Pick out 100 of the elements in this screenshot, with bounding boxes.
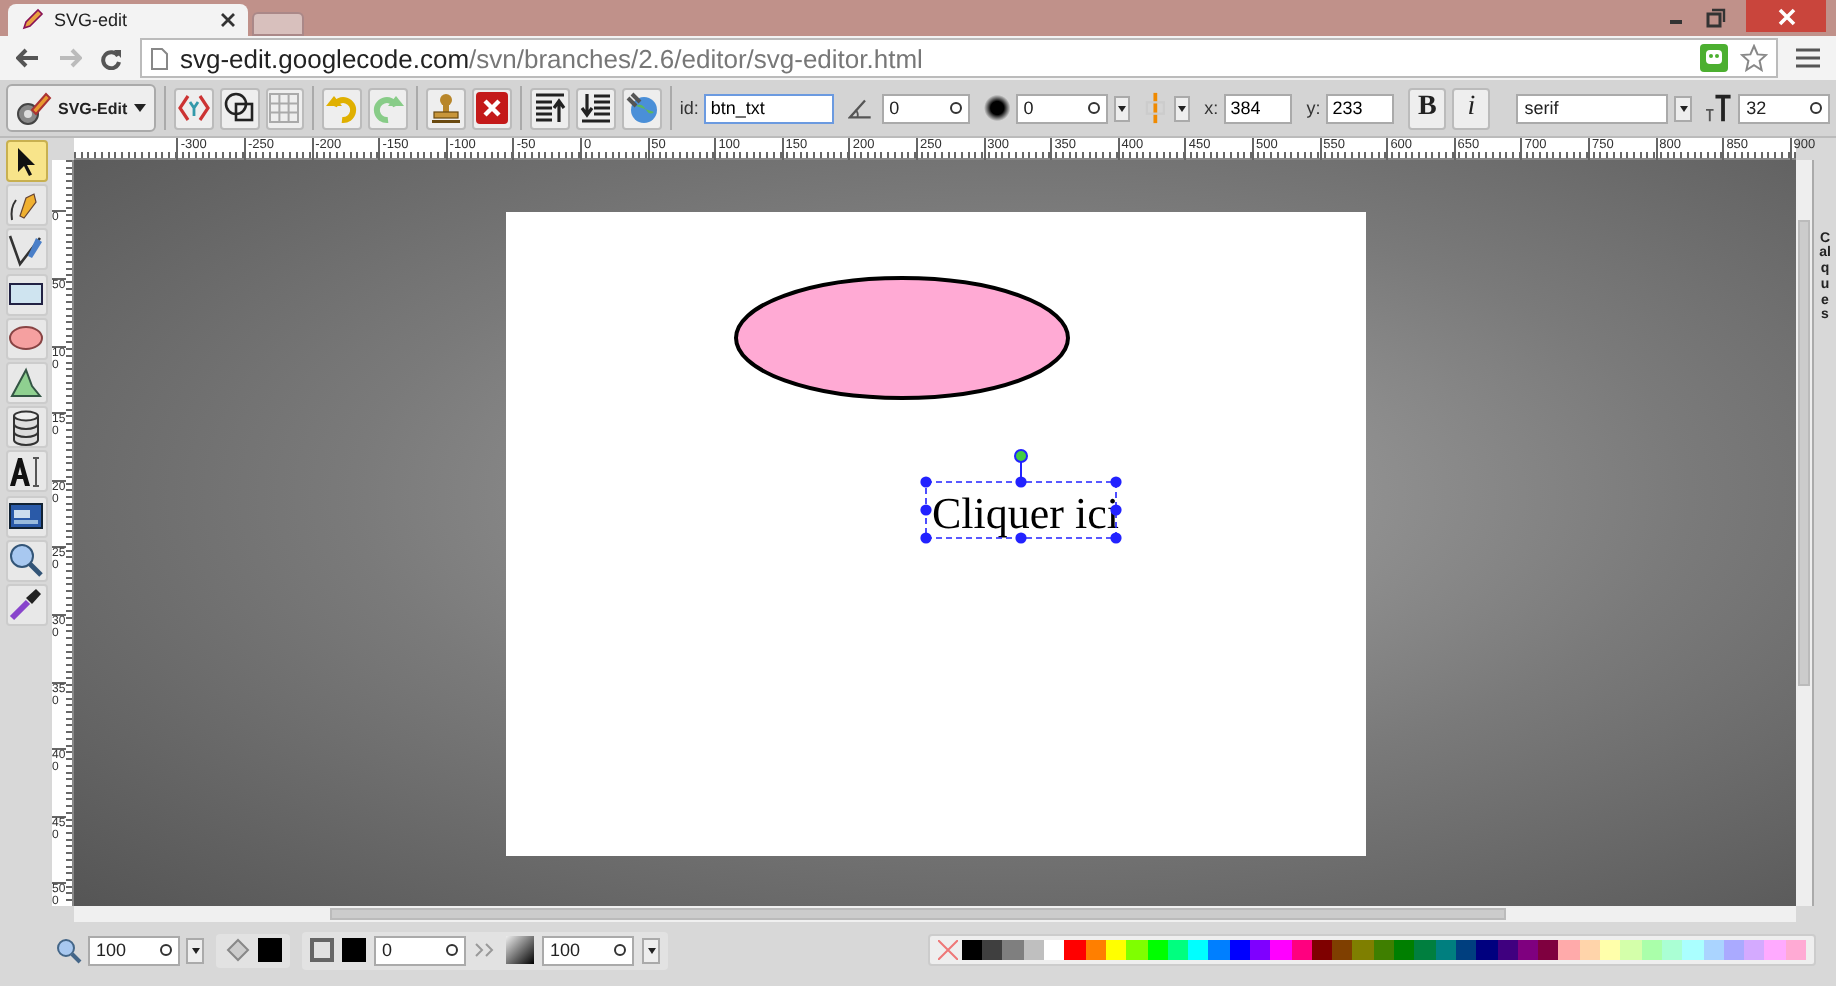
palette-swatch[interactable]	[1517, 940, 1539, 960]
extension-icon[interactable]	[1700, 44, 1728, 72]
tool-button[interactable]	[5, 406, 47, 449]
app-menu-button[interactable]: SVG-Edit	[6, 84, 156, 132]
tool-button[interactable]	[5, 361, 47, 404]
palette-swatch[interactable]	[961, 940, 983, 960]
font-family-dropdown[interactable]	[1674, 95, 1692, 121]
palette-swatch[interactable]	[1311, 940, 1333, 960]
palette-swatch[interactable]	[1188, 940, 1209, 960]
tool-button[interactable]	[5, 273, 47, 316]
opacity-field[interactable]: 100	[542, 935, 634, 965]
palette-swatch[interactable]	[1476, 940, 1498, 960]
palette-swatch[interactable]	[1002, 940, 1024, 960]
x-field[interactable]: 384	[1224, 93, 1293, 123]
close-icon[interactable]	[220, 12, 236, 28]
selection-box[interactable]	[920, 448, 1122, 544]
delete-button[interactable]	[472, 87, 513, 129]
redo-button[interactable]	[368, 87, 409, 129]
palette-swatch[interactable]	[1600, 940, 1621, 960]
palette-swatch[interactable]	[1291, 940, 1312, 960]
y-field[interactable]: 233	[1326, 93, 1395, 123]
palette-swatch[interactable]	[1394, 940, 1415, 960]
font-family-field[interactable]: serif	[1516, 93, 1669, 123]
ellipse-icon	[8, 324, 44, 353]
undo-button[interactable]	[322, 87, 363, 129]
opacity-dropdown[interactable]	[642, 937, 660, 963]
palette-swatch[interactable]	[1023, 940, 1045, 960]
palette-swatch[interactable]	[1682, 940, 1704, 960]
palette-swatch[interactable]	[1661, 940, 1683, 960]
source-button[interactable]	[173, 87, 214, 129]
palette-swatch[interactable]	[1373, 940, 1395, 960]
x-label: x:	[1204, 98, 1219, 118]
align-bottom-icon	[580, 92, 613, 124]
palette-swatch[interactable]	[1641, 940, 1662, 960]
tool-button[interactable]	[5, 583, 47, 626]
palette-swatch[interactable]	[1126, 940, 1147, 960]
palette-swatch[interactable]	[1352, 940, 1374, 960]
id-field[interactable]: btn_txt	[704, 93, 835, 123]
clone-button[interactable]	[426, 87, 467, 129]
palette-swatch[interactable]	[1497, 940, 1518, 960]
forward-arrow-icon[interactable]	[58, 48, 82, 68]
palette-swatch[interactable]	[1229, 940, 1250, 960]
tool-button[interactable]	[5, 140, 47, 182]
fill-color-swatch[interactable]	[258, 938, 282, 962]
palette-swatch[interactable]	[1579, 940, 1601, 960]
palette-swatch[interactable]	[1558, 940, 1580, 960]
close-button[interactable]	[1746, 0, 1826, 32]
palette-swatch[interactable]	[1270, 940, 1292, 960]
menu-icon[interactable]	[1796, 48, 1820, 68]
palette-swatch[interactable]	[1044, 940, 1065, 960]
star-icon[interactable]	[1740, 44, 1768, 72]
stroke-color-swatch[interactable]	[342, 938, 366, 962]
palette-swatch[interactable]	[1249, 940, 1271, 960]
palette-swatch[interactable]	[1723, 940, 1745, 960]
reload-icon[interactable]	[100, 47, 122, 69]
move-to-top-button[interactable]	[530, 87, 571, 129]
double-chevron-icon[interactable]	[474, 942, 498, 958]
move-to-bottom-button[interactable]	[576, 87, 616, 129]
link-button[interactable]	[622, 87, 662, 129]
browser-tab[interactable]: SVG-edit	[8, 4, 248, 36]
tool-button[interactable]	[5, 450, 47, 493]
palette-swatch[interactable]	[982, 940, 1003, 960]
palette-swatch[interactable]	[1538, 940, 1559, 960]
zoom-dropdown[interactable]	[186, 937, 204, 963]
wireframe-button[interactable]	[219, 87, 260, 129]
palette-swatch[interactable]	[1703, 940, 1724, 960]
address-bar[interactable]: svg-edit.googlecode.com/svn/branches/2.6/editor/svg-editor.html	[140, 38, 1778, 78]
blur-field[interactable]: 0	[1015, 93, 1108, 123]
ellipse-shape[interactable]	[734, 275, 1070, 400]
angle-field[interactable]: 0	[881, 93, 970, 123]
tool-button[interactable]	[5, 184, 47, 227]
palette-swatch[interactable]	[1208, 940, 1230, 960]
palette-swatch[interactable]	[1455, 940, 1477, 960]
palette-swatch[interactable]	[1105, 940, 1127, 960]
palette-swatch[interactable]	[1167, 940, 1189, 960]
no-color-icon[interactable]	[937, 940, 958, 960]
stroke-width-field[interactable]: 0	[374, 935, 466, 965]
italic-button[interactable]: i	[1452, 87, 1491, 129]
palette-swatch[interactable]	[1785, 940, 1806, 960]
palette-swatch[interactable]	[1744, 940, 1765, 960]
palette-swatch[interactable]	[1064, 940, 1086, 960]
back-arrow-icon[interactable]	[16, 48, 40, 68]
palette-swatch[interactable]	[1435, 940, 1456, 960]
restore-icon[interactable]	[1706, 8, 1726, 28]
palette-swatch[interactable]	[1620, 940, 1642, 960]
palette-swatch[interactable]	[1332, 940, 1353, 960]
palette-swatch[interactable]	[1147, 940, 1168, 960]
palette-swatch[interactable]	[1764, 940, 1786, 960]
tool-button[interactable]	[5, 228, 47, 271]
palette-swatch[interactable]	[1085, 940, 1106, 960]
new-tab-button[interactable]	[252, 12, 304, 36]
vertical-scrollbar[interactable]	[1796, 159, 1812, 906]
font-size-field[interactable]: 32	[1738, 93, 1830, 123]
palette-swatch[interactable]	[1414, 940, 1436, 960]
bold-button[interactable]: B	[1408, 87, 1447, 129]
tool-button[interactable]	[5, 495, 47, 537]
zoom-field[interactable]: 100	[88, 935, 180, 965]
blur-dropdown[interactable]	[1113, 95, 1131, 121]
align-dropdown[interactable]	[1173, 95, 1191, 121]
tool-button[interactable]	[5, 539, 47, 582]
